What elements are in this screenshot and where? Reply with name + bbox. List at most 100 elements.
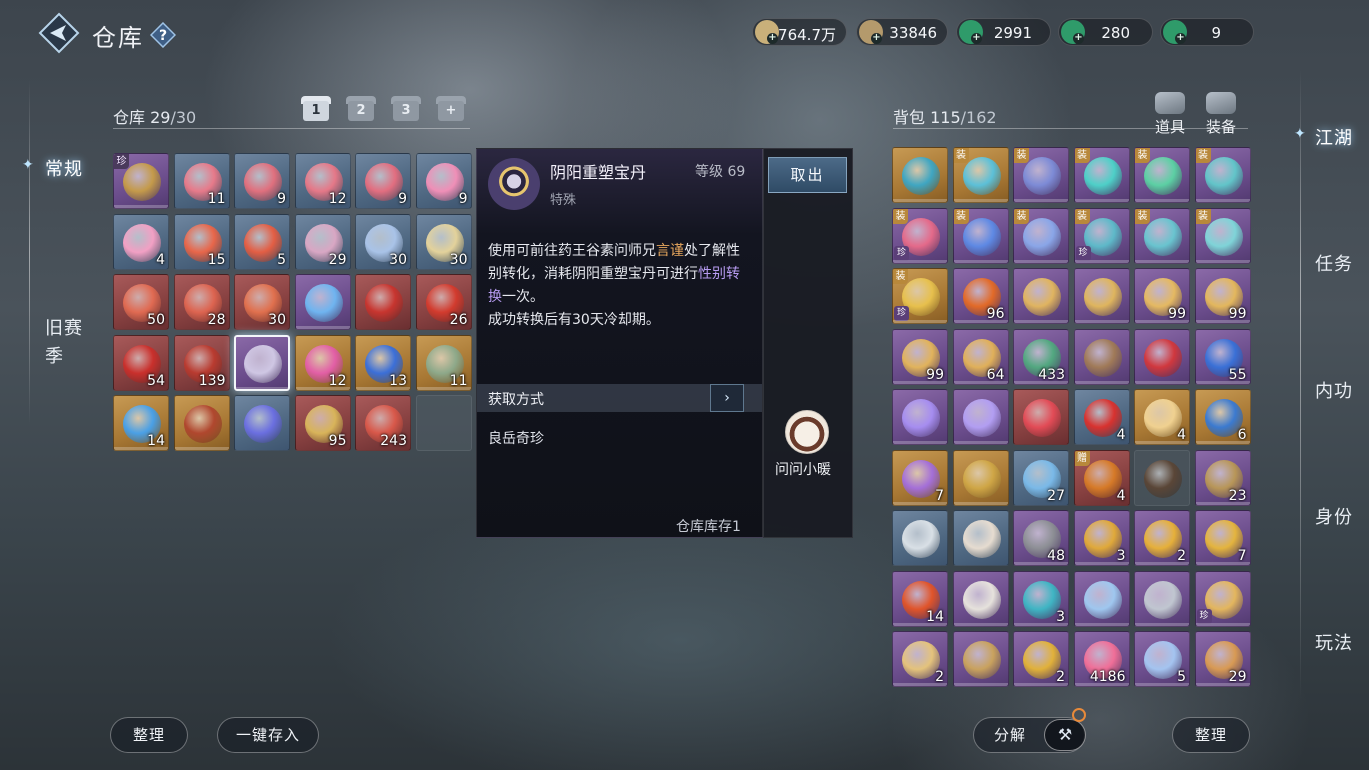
warehouse-slot[interactable]: 9	[234, 153, 290, 209]
warehouse-slot[interactable]: 15	[173, 213, 230, 270]
add-icon[interactable]: +	[1073, 33, 1084, 44]
bag-slot[interactable]: 5	[1134, 631, 1190, 687]
bag-slot[interactable]: 7	[1194, 510, 1251, 566]
bag-slot[interactable]: 48	[1013, 510, 1069, 566]
bag-slot[interactable]: 装	[952, 207, 1009, 264]
bag-slot[interactable]: 装	[1134, 147, 1190, 203]
bag-slot[interactable]: 装珍	[892, 207, 948, 264]
currency-jade-2[interactable]: + 280	[1058, 18, 1153, 46]
warehouse-slot[interactable]: 54	[113, 334, 169, 391]
warehouse-slot[interactable]	[415, 395, 472, 451]
bag-slot[interactable]: 装	[1013, 207, 1069, 264]
bag-slot[interactable]: 55	[1194, 328, 1251, 385]
bag-slot[interactable]: 4	[1073, 389, 1130, 445]
hammer-icon[interactable]: ⚒	[1044, 719, 1086, 751]
bag-slot[interactable]	[1134, 449, 1190, 506]
bag-slot[interactable]	[952, 510, 1009, 566]
npc-name[interactable]: 问问小暖	[775, 459, 831, 479]
bag-slot[interactable]: 装	[1073, 147, 1130, 203]
bag-slot[interactable]: 6	[1194, 389, 1251, 445]
bag-slot[interactable]	[892, 389, 948, 445]
bag-slot[interactable]	[1134, 570, 1190, 627]
tab-gameplay[interactable]: 玩法	[1315, 629, 1353, 655]
add-icon[interactable]: +	[767, 33, 778, 44]
tab-old-season[interactable]: 旧赛季	[45, 315, 95, 371]
add-icon[interactable]: +	[871, 33, 882, 44]
warehouse-slot[interactable]: 12	[294, 334, 351, 391]
bag-slot[interactable]: 64	[952, 328, 1009, 385]
bag-slot[interactable]	[952, 449, 1009, 506]
bag-slot[interactable]: 装	[1013, 147, 1069, 203]
currency-silver[interactable]: + 764.7万	[752, 18, 847, 46]
bag-slot[interactable]: 3	[1013, 570, 1069, 627]
warehouse-slot[interactable]	[294, 274, 351, 330]
bag-slot[interactable]: 96	[952, 268, 1009, 324]
warehouse-slot[interactable]: 9	[355, 153, 411, 209]
bag-slot[interactable]	[952, 631, 1009, 687]
bag-slot[interactable]: 3	[1073, 510, 1130, 566]
warehouse-page-2[interactable]: 2	[346, 96, 376, 124]
bag-slot[interactable]: 99	[1134, 268, 1190, 324]
warehouse-page-3[interactable]: 3	[391, 96, 421, 124]
warehouse-slot[interactable]: 4	[113, 213, 169, 270]
bag-slot[interactable]	[1134, 328, 1190, 385]
tab-quest[interactable]: 任务	[1315, 250, 1353, 276]
warehouse-slot[interactable]: 50	[113, 274, 169, 330]
bag-slot[interactable]: 装	[1194, 207, 1251, 264]
bag-slot[interactable]: 2	[1013, 631, 1069, 687]
bag-slot[interactable]: 23	[1194, 449, 1251, 506]
warehouse-slot[interactable]	[355, 274, 411, 330]
back-logo-icon[interactable]	[38, 12, 80, 54]
warehouse-slot[interactable]: 11	[173, 153, 230, 209]
warehouse-slot[interactable]: 30	[234, 274, 290, 330]
warehouse-slot[interactable]: 28	[173, 274, 230, 330]
bag-slot[interactable]: 2	[892, 631, 948, 687]
bag-slot[interactable]	[952, 389, 1009, 445]
bag-sort-button[interactable]: 整理	[1172, 717, 1250, 753]
bag-slot[interactable]: 29	[1194, 631, 1251, 687]
bag-slot[interactable]	[1013, 268, 1069, 324]
bag-slot[interactable]: 99	[1194, 268, 1251, 324]
bag-slot[interactable]	[1073, 268, 1130, 324]
add-icon[interactable]: +	[1175, 33, 1186, 44]
warehouse-slot[interactable]: 14	[113, 395, 169, 451]
bag-tab-equipment[interactable]: 装备	[1201, 92, 1241, 137]
bag-slot[interactable]: 装	[1134, 207, 1190, 264]
warehouse-slot[interactable]: 29	[294, 213, 351, 270]
bag-slot[interactable]: 99	[892, 328, 948, 385]
warehouse-slot[interactable]	[234, 334, 290, 391]
bag-slot[interactable]: 装珍	[892, 268, 948, 324]
bag-slot[interactable]: 2	[1134, 510, 1190, 566]
take-out-button[interactable]: 取出	[768, 157, 847, 193]
question-icon[interactable]: ?	[149, 21, 177, 49]
bag-slot[interactable]	[1073, 570, 1130, 627]
tab-identity[interactable]: 身份	[1315, 503, 1353, 529]
bag-slot[interactable]: 27	[1013, 449, 1069, 506]
currency-jade-3[interactable]: + 9	[1160, 18, 1254, 46]
warehouse-slot[interactable]: 12	[294, 153, 351, 209]
bag-slot[interactable]	[1013, 389, 1069, 445]
bag-slot[interactable]: 14	[892, 570, 948, 627]
bag-slot[interactable]: 珍	[1194, 570, 1251, 627]
warehouse-slot[interactable]: 珍	[113, 153, 169, 209]
source-go-button[interactable]: ›	[710, 384, 744, 412]
bag-slot[interactable]: 装	[1194, 147, 1251, 203]
warehouse-slot[interactable]: 26	[415, 274, 472, 330]
warehouse-page-1[interactable]: 1	[301, 96, 331, 124]
npc-link[interactable]: 言谨	[656, 243, 684, 259]
warehouse-slot[interactable]: 139	[173, 334, 230, 391]
tab-regular[interactable]: 常规	[45, 155, 83, 181]
warehouse-page-add[interactable]: +	[436, 96, 466, 124]
bag-slot[interactable]	[1073, 328, 1130, 385]
bag-slot[interactable]: 4186	[1073, 631, 1130, 687]
warehouse-sort-button[interactable]: 整理	[110, 717, 188, 753]
warehouse-slot[interactable]	[234, 395, 290, 451]
bag-slot[interactable]: 装	[952, 147, 1009, 203]
warehouse-slot[interactable]: 30	[355, 213, 411, 270]
bag-slot[interactable]: 赠4	[1073, 449, 1130, 506]
tab-neigong[interactable]: 内功	[1315, 377, 1353, 403]
npc-avatar[interactable]	[785, 410, 829, 454]
deposit-all-button[interactable]: 一键存入	[217, 717, 319, 753]
currency-coins[interactable]: + 33846	[856, 18, 948, 46]
bag-slot[interactable]: 装珍	[1073, 207, 1130, 264]
